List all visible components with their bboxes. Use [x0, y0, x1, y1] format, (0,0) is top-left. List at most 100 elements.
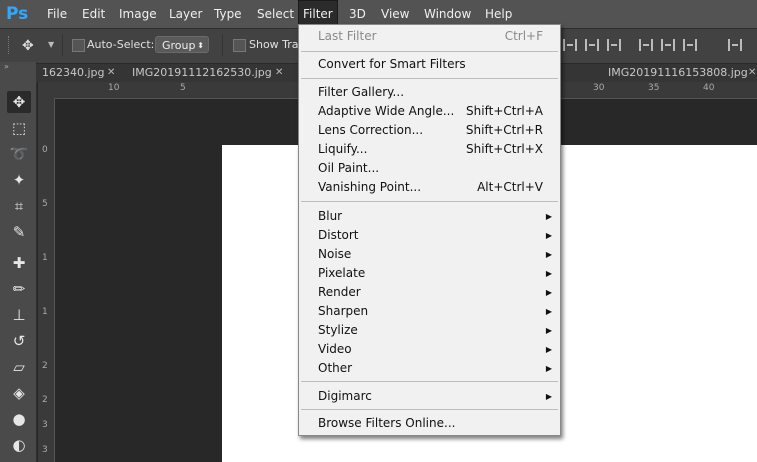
ruler-tick-label: 40	[703, 83, 715, 93]
menu-item-label: Digimarc	[318, 389, 372, 403]
document-tab[interactable]: IMG20191116153808.jpg	[608, 64, 748, 82]
history-brush-tool-icon[interactable]: ↺	[7, 330, 31, 352]
ruler-tick-label: 5	[180, 83, 186, 93]
auto-select-label: Auto-Select:	[87, 38, 155, 51]
document-tab[interactable]: IMG20191112162530.jpg	[132, 64, 272, 82]
ruler-tick-label: 1	[42, 307, 48, 317]
menu-image[interactable]: Image	[115, 0, 161, 28]
menu-separator	[301, 409, 558, 410]
auto-select-dropdown[interactable]: Group ⬍	[155, 36, 209, 53]
crop-tool-icon[interactable]: ⌗	[7, 195, 31, 217]
toolbox-collapse-icon[interactable]: »	[0, 62, 40, 72]
submenu-arrow-icon: ▶	[545, 326, 552, 335]
menu-item-digimarc[interactable]: Digimarc ▶	[299, 387, 560, 406]
menu-item-blur[interactable]: Blur ▶	[299, 207, 560, 226]
ruler-tick-label: 3	[42, 420, 48, 430]
align-icon[interactable]	[563, 39, 577, 51]
menu-item-shortcut: Shift+Ctrl+A	[466, 104, 543, 118]
menu-item-label: Liquify...	[318, 142, 368, 156]
marquee-tool-icon[interactable]: ⬚	[7, 117, 31, 139]
menu-item-last-filter[interactable]: Last Filter Ctrl+F	[299, 27, 560, 46]
menu-item-shortcut: Ctrl+F	[504, 29, 543, 43]
options-grip	[8, 36, 11, 54]
menu-separator	[301, 78, 558, 79]
blur-tool-icon[interactable]: ●	[7, 408, 31, 430]
menu-item-label: Adaptive Wide Angle...	[318, 104, 455, 118]
paint-bucket-tool-icon[interactable]: ◈	[7, 382, 31, 404]
menu-file[interactable]: File	[43, 0, 71, 28]
menu-item-sharpen[interactable]: Sharpen ▶	[299, 302, 560, 321]
menu-item-other[interactable]: Other ▶	[299, 359, 560, 378]
ruler-tick-label: 30	[593, 83, 605, 93]
menu-item-oil-paint[interactable]: Oil Paint...	[299, 159, 560, 178]
menu-item-browse-filters-online[interactable]: Browse Filters Online...	[299, 414, 560, 433]
auto-align-icon[interactable]	[728, 39, 742, 51]
menu-item-liquify[interactable]: Liquify... Shift+Ctrl+X	[299, 140, 560, 159]
ruler-tick-label: 3	[42, 445, 48, 455]
submenu-arrow-icon: ▶	[545, 307, 552, 316]
align-icon[interactable]	[585, 39, 599, 51]
healing-brush-tool-icon[interactable]: ✚	[7, 252, 31, 274]
menu-separator	[301, 381, 558, 382]
menu-select[interactable]: Select	[253, 0, 298, 28]
filter-menu-dropdown: Last Filter Ctrl+F Convert for Smart Fil…	[298, 24, 561, 436]
submenu-arrow-icon: ▶	[545, 392, 552, 401]
menu-type[interactable]: Type	[210, 0, 246, 28]
document-tab-label: IMG20191116153808.jpg	[608, 66, 748, 79]
menu-layer[interactable]: Layer	[165, 0, 206, 28]
ruler-tick-label: 2	[42, 395, 48, 405]
magic-wand-tool-icon[interactable]: ✦	[7, 169, 31, 191]
menu-item-vanishing-point[interactable]: Vanishing Point... Alt+Ctrl+V	[299, 178, 560, 197]
menu-item-adaptive-wide-angle[interactable]: Adaptive Wide Angle... Shift+Ctrl+A	[299, 102, 560, 121]
menu-item-label: Vanishing Point...	[318, 180, 422, 194]
ruler-tick-label: 2	[42, 361, 48, 371]
document-tab[interactable]: 162340.jpg	[42, 64, 105, 82]
menu-item-pixelate[interactable]: Pixelate ▶	[299, 264, 560, 283]
menu-item-label: Stylize	[318, 323, 358, 337]
move-tool-icon[interactable]: ✥	[7, 91, 31, 113]
menu-item-label: Noise	[318, 247, 352, 261]
menu-item-label: Last Filter	[318, 29, 377, 43]
align-icon[interactable]	[607, 39, 621, 51]
menu-separator	[301, 51, 558, 52]
ruler-tick-label: 1	[42, 253, 48, 263]
menu-item-label: Pixelate	[318, 266, 366, 280]
menu-item-label: Filter Gallery...	[318, 85, 405, 99]
menu-item-stylize[interactable]: Stylize ▶	[299, 321, 560, 340]
ruler-tick-label: 5	[42, 199, 48, 209]
auto-select-value: Group	[162, 39, 196, 52]
ruler-tick-label: 0	[42, 145, 48, 155]
menu-item-filter-gallery[interactable]: Filter Gallery...	[299, 83, 560, 102]
clone-stamp-tool-icon[interactable]: ⊥	[7, 304, 31, 326]
menu-edit[interactable]: Edit	[78, 0, 109, 28]
menu-item-convert-smart-filters[interactable]: Convert for Smart Filters	[299, 55, 560, 74]
tab-close-icon[interactable]: ✕	[107, 67, 115, 78]
menu-item-noise[interactable]: Noise ▶	[299, 245, 560, 264]
show-transform-checkbox[interactable]	[233, 39, 246, 52]
lasso-tool-icon[interactable]: ➰	[7, 143, 31, 165]
menu-item-label: Distort	[318, 228, 359, 242]
tool-preset-caret-icon[interactable]: ▼	[48, 40, 54, 49]
distribute-icon[interactable]	[661, 39, 675, 51]
tab-close-icon[interactable]: ✕	[748, 67, 756, 78]
menu-item-label: Other	[318, 361, 353, 375]
move-tool-icon[interactable]: ✥	[22, 38, 44, 54]
eyedropper-tool-icon[interactable]: ✎	[7, 221, 31, 243]
menu-item-label: Sharpen	[318, 304, 369, 318]
auto-select-checkbox[interactable]	[72, 39, 85, 52]
ruler-tick-label: 35	[648, 83, 660, 93]
tab-close-icon[interactable]: ✕	[275, 67, 283, 78]
menu-item-label: Oil Paint...	[318, 161, 380, 175]
distribute-icon[interactable]	[683, 39, 697, 51]
menu-item-label: Video	[318, 342, 352, 356]
distribute-icon[interactable]	[639, 39, 653, 51]
menu-item-render[interactable]: Render ▶	[299, 283, 560, 302]
submenu-arrow-icon: ▶	[545, 345, 552, 354]
eraser-tool-icon[interactable]: ▱	[7, 356, 31, 378]
menu-item-lens-correction[interactable]: Lens Correction... Shift+Ctrl+R	[299, 121, 560, 140]
menu-item-video[interactable]: Video ▶	[299, 340, 560, 359]
menu-item-distort[interactable]: Distort ▶	[299, 226, 560, 245]
dodge-tool-icon[interactable]: ◐	[7, 434, 31, 456]
brush-tool-icon[interactable]: ✏	[7, 278, 31, 300]
submenu-arrow-icon: ▶	[545, 212, 552, 221]
